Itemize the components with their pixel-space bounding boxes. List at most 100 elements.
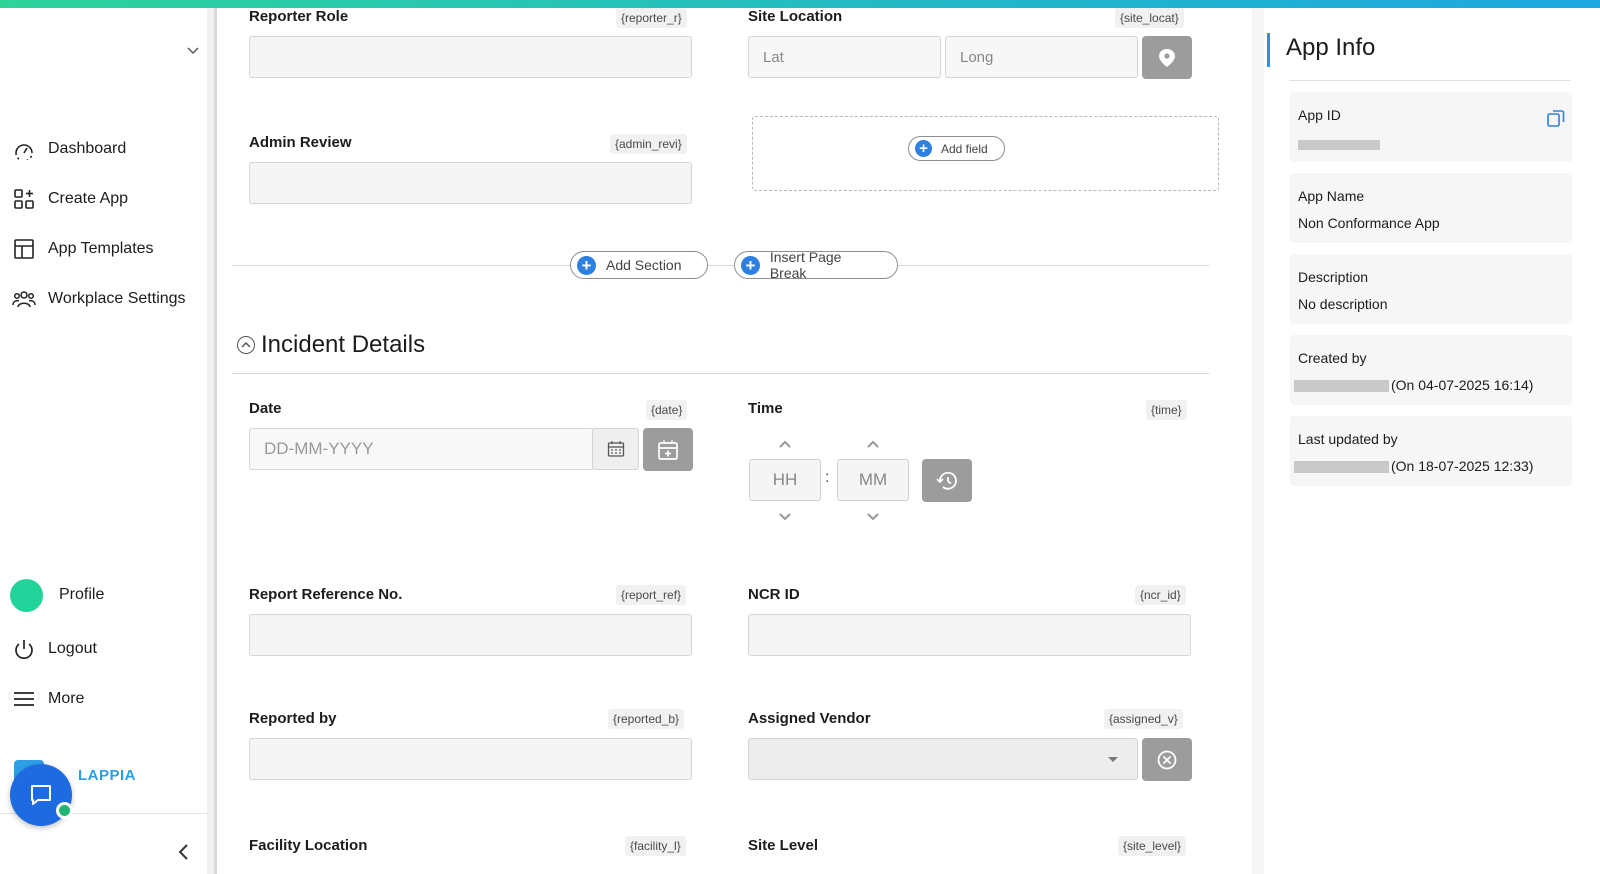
sidebar-item-logout[interactable]: Logout: [12, 634, 97, 664]
sidebar-item-create-app[interactable]: Create App: [12, 184, 128, 214]
app-id-label: App ID: [1298, 107, 1341, 123]
collapse-sidebar-icon[interactable]: [176, 842, 192, 862]
reported-by-label: Reported by: [249, 710, 337, 727]
longitude-input[interactable]: Long: [945, 36, 1138, 78]
sidebar-item-workplace-settings[interactable]: Workplace Settings: [12, 284, 186, 314]
today-button[interactable]: [643, 428, 693, 471]
admin-review-tag: {admin_revi}: [610, 134, 687, 154]
minute-increment-icon[interactable]: [865, 438, 881, 450]
sidebar-item-dashboard[interactable]: Dashboard: [12, 134, 126, 164]
plus-icon: +: [915, 140, 932, 157]
clear-vendor-button[interactable]: [1142, 738, 1192, 781]
date-label: Date: [249, 400, 282, 417]
section-title[interactable]: Incident Details: [261, 331, 425, 359]
location-pin-icon: [1159, 48, 1175, 67]
report-ref-label: Report Reference No.: [249, 586, 403, 603]
power-icon: [12, 637, 36, 661]
insert-page-break-label: Insert Page Break: [769, 249, 842, 281]
chevron-down-icon[interactable]: [186, 44, 200, 58]
assigned-vendor-tag: {assigned_v}: [1104, 709, 1183, 729]
app-id-value: [1298, 136, 1382, 152]
app-name-value: Non Conformance App: [1298, 215, 1440, 231]
latitude-input[interactable]: Lat: [748, 36, 941, 78]
dropdown-caret-icon: [1108, 757, 1118, 762]
created-by-label: Created by: [1298, 350, 1367, 366]
panel-divider: [1289, 80, 1571, 81]
description-label: Description: [1298, 269, 1369, 285]
facility-location-label: Facility Location: [249, 837, 368, 854]
ncr-id-label: NCR ID: [748, 586, 800, 603]
add-section-label: Add Section: [606, 257, 682, 273]
ncr-id-input[interactable]: [748, 614, 1191, 656]
hour-decrement-icon[interactable]: [777, 511, 793, 523]
sidebar-item-label: Workplace Settings: [48, 290, 186, 307]
report-ref-input[interactable]: [249, 614, 692, 656]
top-gradient-bar: [0, 0, 1600, 8]
hour-input[interactable]: HH: [749, 459, 821, 501]
sidebar-item-profile[interactable]: Profile: [10, 578, 105, 612]
app-id-card: App ID: [1290, 92, 1572, 162]
locate-button[interactable]: [1142, 36, 1192, 79]
sidebar-item-label: More: [48, 690, 85, 707]
last-updated-card: Last updated by (On 18-07-2025 12:33): [1290, 416, 1572, 486]
menu-icon: [12, 687, 36, 711]
site-level-label: Site Level: [748, 837, 819, 854]
admin-review-label: Admin Review: [249, 134, 352, 151]
reported-by-input[interactable]: [249, 738, 692, 780]
chevron-up-icon[interactable]: [237, 336, 255, 354]
reporter-role-input[interactable]: [249, 36, 692, 78]
created-on: (On 04-07-2025 16:14): [1391, 377, 1534, 393]
app-name-label: App Name: [1298, 188, 1365, 204]
sidebar-item-label: App Templates: [48, 240, 154, 257]
sidebar-item-app-templates[interactable]: App Templates: [12, 234, 154, 264]
sidebar-item-label: Profile: [59, 586, 105, 603]
site-location-label: Site Location: [748, 8, 843, 25]
last-updated-value: (On 18-07-2025 12:33): [1294, 458, 1533, 474]
time-separator: :: [825, 469, 830, 486]
created-by-card: Created by (On 04-07-2025 16:14): [1290, 335, 1572, 405]
app-info-title: App Info: [1286, 34, 1376, 61]
section-header: Incident Details: [237, 331, 425, 359]
sidebar-item-more[interactable]: More: [12, 684, 84, 714]
updated-on: (On 18-07-2025 12:33): [1391, 458, 1534, 474]
online-status-dot: [56, 802, 73, 819]
clock-reset-icon: [936, 471, 957, 490]
time-tag: {time}: [1146, 400, 1187, 420]
add-section-button[interactable]: + Add Section: [570, 251, 708, 279]
hour-increment-icon[interactable]: [777, 438, 793, 450]
workplace-settings-icon: [12, 287, 36, 311]
last-updated-label: Last updated by: [1298, 431, 1398, 447]
add-field-label: Add field: [941, 141, 988, 156]
sidebar-item-label: Logout: [48, 640, 97, 657]
section-underline: [232, 373, 1209, 374]
copy-icon[interactable]: [1546, 108, 1566, 128]
plus-icon: +: [741, 255, 760, 275]
facility-location-tag: {facility_l}: [625, 836, 686, 856]
minute-input[interactable]: MM: [837, 459, 909, 501]
insert-page-break-button[interactable]: + Insert Page Break: [734, 249, 898, 281]
report-ref-tag: {report_ref}: [616, 585, 687, 605]
reporter-role-label: Reporter Role: [249, 8, 349, 25]
chat-icon: [31, 785, 51, 805]
add-field-button[interactable]: + Add field: [908, 136, 1005, 161]
reported-by-tag: {reported_b}: [608, 709, 685, 729]
sidebar-item-label: Dashboard: [48, 140, 127, 157]
minute-decrement-icon[interactable]: [865, 511, 881, 523]
dashboard-icon: [12, 137, 36, 161]
templates-icon: [12, 237, 36, 261]
create-app-icon: [12, 187, 36, 211]
current-time-button[interactable]: [922, 459, 972, 502]
assigned-vendor-label: Assigned Vendor: [748, 710, 871, 727]
section-divider: [232, 265, 1209, 266]
site-level-tag: {site_level}: [1118, 836, 1187, 856]
ncr-id-tag: {ncr_id}: [1135, 585, 1186, 605]
calendar-add-icon: [658, 440, 678, 460]
assigned-vendor-select[interactable]: [748, 738, 1138, 780]
sidebar: Dashboard Create App App Templates Workp…: [0, 8, 207, 874]
description-card: Description No description: [1290, 254, 1572, 324]
admin-review-input[interactable]: [249, 162, 692, 204]
calendar-picker-button[interactable]: [592, 428, 639, 470]
date-input[interactable]: DD-MM-YYYY: [249, 428, 594, 470]
time-label: Time: [748, 400, 783, 417]
plus-icon: +: [577, 255, 596, 275]
